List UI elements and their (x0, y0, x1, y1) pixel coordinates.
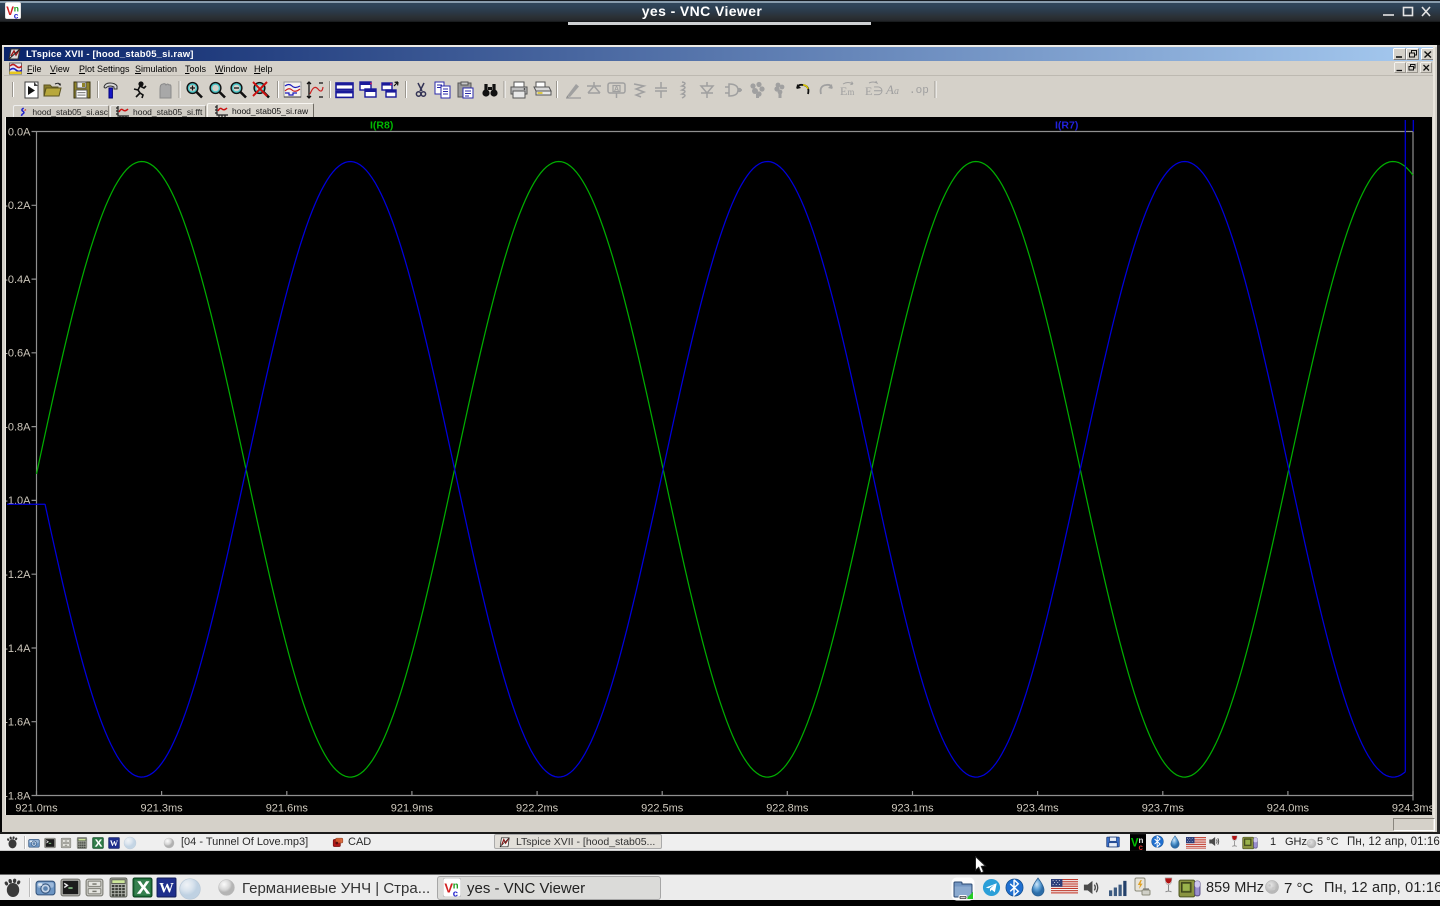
svg-text:921.6ms: 921.6ms (266, 803, 309, 815)
svg-text:c: c (453, 888, 458, 897)
svg-text:924.3ms: 924.3ms (1392, 803, 1432, 815)
svg-text:-1.0A: -1.0A (6, 495, 31, 507)
svg-text:923.1ms: 923.1ms (891, 803, 934, 815)
svg-text:921.3ms: 921.3ms (140, 803, 183, 815)
svg-text:-1.6A: -1.6A (6, 717, 31, 729)
svg-text:-1.4A: -1.4A (6, 643, 31, 655)
svg-text:Aa: Aa (885, 82, 899, 97)
svg-text:-0.6A: -0.6A (6, 348, 31, 360)
svg-text:W: W (110, 839, 119, 848)
svg-text:923.4ms: 923.4ms (1016, 803, 1059, 815)
svg-text:E: E (865, 84, 872, 98)
svg-text:923.7ms: 923.7ms (1142, 803, 1185, 815)
svg-text:-0.4A: -0.4A (6, 274, 31, 286)
svg-text:-1.8A: -1.8A (6, 790, 31, 802)
svg-text:922.2ms: 922.2ms (516, 803, 559, 815)
svg-text:921.0ms: 921.0ms (15, 803, 58, 815)
svg-text:∋: ∋ (873, 84, 883, 98)
svg-text:-0.2A: -0.2A (6, 200, 31, 212)
svg-text:W: W (159, 880, 174, 896)
svg-text:I(R7): I(R7) (1055, 120, 1078, 132)
svg-text:c: c (1139, 843, 1144, 851)
svg-text:Em: Em (840, 84, 854, 98)
svg-text:.op: .op (909, 85, 929, 97)
svg-text:-1.2A: -1.2A (6, 569, 31, 581)
svg-text:922.8ms: 922.8ms (766, 803, 809, 815)
svg-text:921.9ms: 921.9ms (391, 803, 434, 815)
svg-text:924.0ms: 924.0ms (1267, 803, 1310, 815)
svg-text:A: A (614, 86, 619, 93)
svg-text:-0.8A: -0.8A (6, 421, 31, 433)
svg-text:I(R8): I(R8) (370, 120, 393, 132)
svg-text:922.5ms: 922.5ms (641, 803, 684, 815)
svg-text:0.0A: 0.0A (8, 126, 31, 138)
